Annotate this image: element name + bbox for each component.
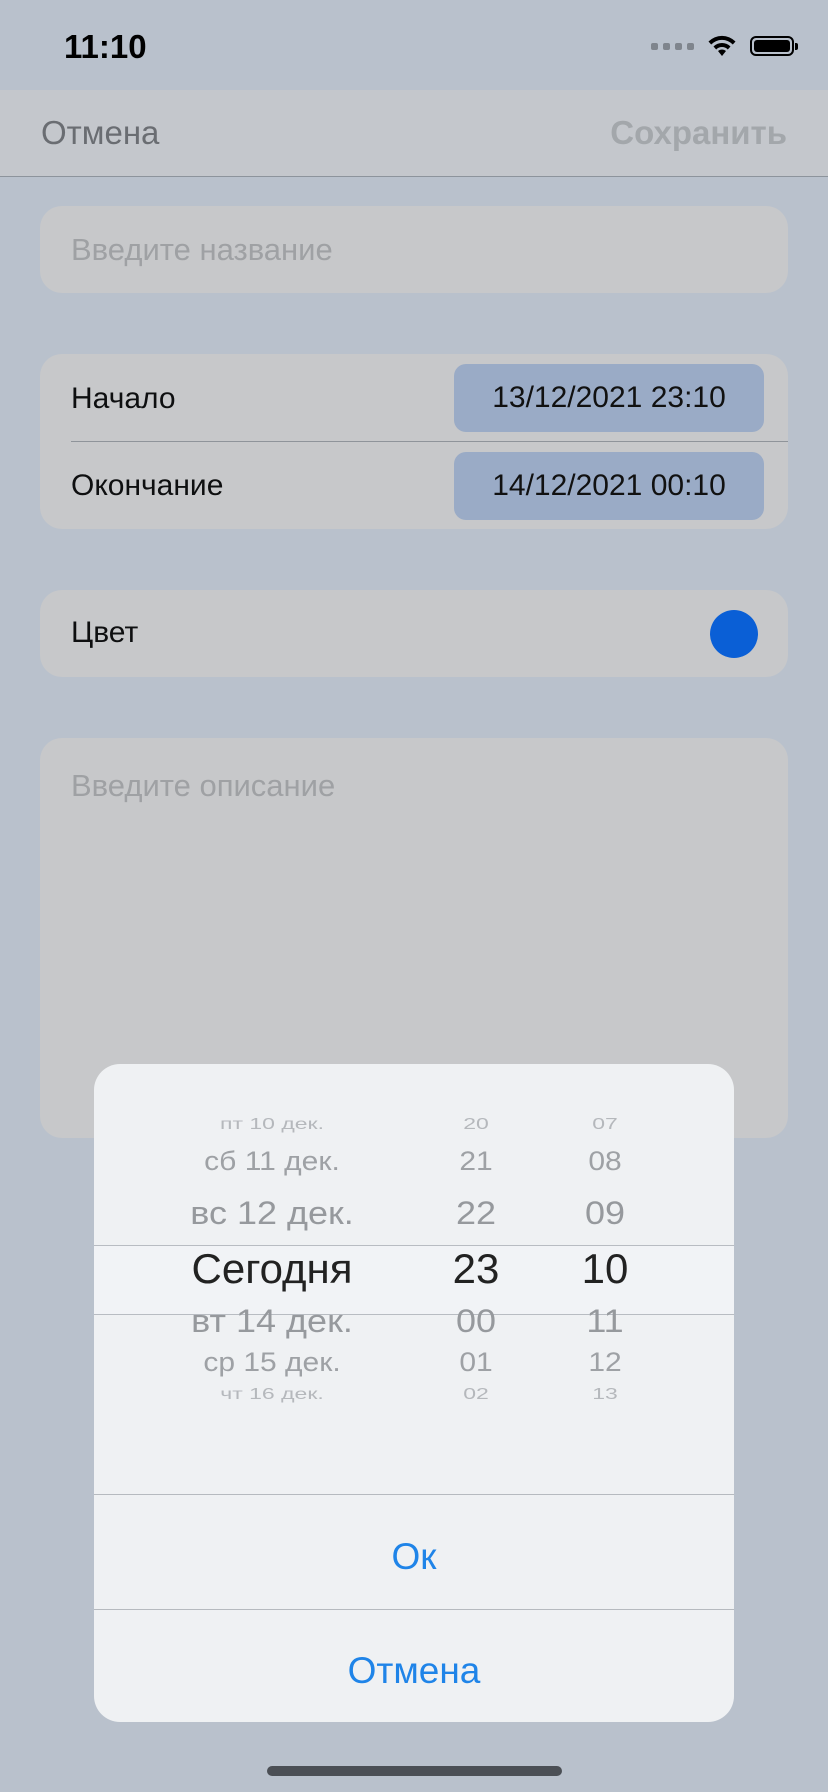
start-date-button[interactable]: 13/12/2021 23:10: [454, 364, 764, 432]
color-row[interactable]: [40, 590, 788, 677]
picker-day-selected[interactable]: Сегодня: [192, 1245, 353, 1293]
picker-day[interactable]: сб 11 дек.: [204, 1147, 340, 1178]
picker-hour[interactable]: 20: [463, 1114, 489, 1133]
picker-minute[interactable]: 11: [586, 1302, 623, 1340]
picker-minute[interactable]: 08: [588, 1147, 621, 1178]
picker-hour[interactable]: 22: [456, 1194, 496, 1232]
picker-hour[interactable]: 00: [456, 1302, 496, 1340]
wifi-icon: [708, 35, 736, 56]
nav-cancel-button[interactable]: Отмена: [41, 114, 159, 152]
date-picker-sheet: пт 10 дек. сб 11 дек. вс 12 дек. Сегодня вт …: [94, 1064, 734, 1722]
picker-hour[interactable]: 21: [459, 1147, 492, 1178]
ok-button[interactable]: Ок: [94, 1502, 734, 1612]
divider: [71, 441, 788, 442]
picker-day[interactable]: вт 14 дек.: [191, 1302, 353, 1340]
picker-minute[interactable]: 12: [588, 1348, 621, 1379]
picker-minute[interactable]: 13: [592, 1384, 618, 1403]
picker-minute[interactable]: 07: [592, 1114, 618, 1133]
cellular-signal-icon: [651, 42, 694, 50]
picker-day[interactable]: пт 10 дек.: [220, 1114, 324, 1133]
status-time: 11:10: [64, 28, 147, 65]
home-indicator: [267, 1766, 562, 1776]
picker-hour[interactable]: 01: [459, 1348, 492, 1379]
divider: [94, 1609, 734, 1610]
picker-day[interactable]: чт 16 дек.: [220, 1384, 324, 1403]
picker-day[interactable]: вс 12 дек.: [190, 1194, 354, 1232]
picker-minute[interactable]: 09: [585, 1194, 625, 1232]
battery-icon: [750, 36, 798, 56]
start-label: Начало: [71, 382, 176, 415]
end-label: Окончание: [71, 469, 224, 502]
picker-hour[interactable]: 02: [463, 1384, 489, 1403]
color-label: Цвет: [71, 616, 139, 649]
nav-save-button[interactable]: Сохранить: [610, 114, 787, 152]
picker-minute-selected[interactable]: 10: [582, 1245, 629, 1293]
picker-cancel-button[interactable]: Отмена: [94, 1616, 734, 1722]
picker-day[interactable]: ср 15 дек.: [203, 1348, 340, 1379]
name-placeholder: Введите название: [71, 232, 333, 267]
divider: [94, 1494, 734, 1495]
picker-hour-selected[interactable]: 23: [453, 1245, 500, 1293]
status-icons: [651, 34, 798, 58]
description-placeholder: Введите описание: [71, 768, 336, 803]
picker-wheel[interactable]: пт 10 дек. сб 11 дек. вс 12 дек. Сегодня вт …: [94, 1088, 734, 1484]
color-swatch[interactable]: [710, 610, 758, 658]
end-date-button[interactable]: 14/12/2021 00:10: [454, 452, 764, 520]
